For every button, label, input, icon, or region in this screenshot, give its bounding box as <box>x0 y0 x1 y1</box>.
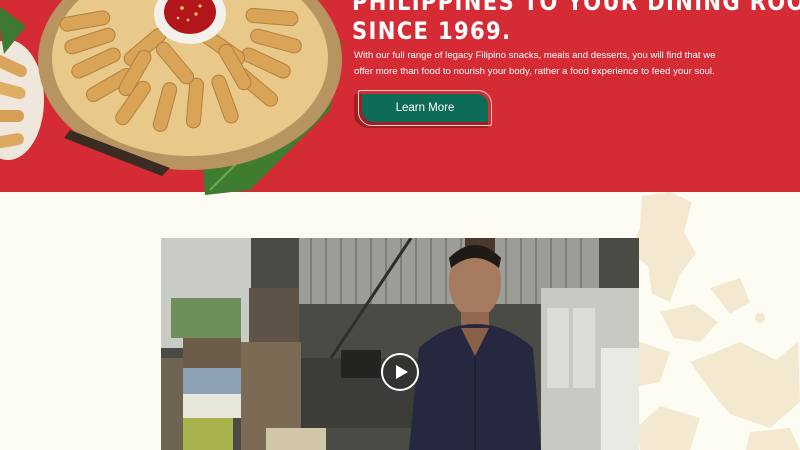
video-play-button[interactable] <box>381 353 419 391</box>
hero-headline-line-2: SINCE 1969. <box>352 17 512 45</box>
learn-more-button-label: Learn More <box>362 94 488 122</box>
brand-video-player[interactable] <box>161 238 639 450</box>
hero-headline: PHILIPPINES TO YOUR DINING ROOM TABLE SI… <box>352 0 800 46</box>
learn-more-button-wrapper: Learn More <box>354 90 492 128</box>
hero-description: With our full range of legacy Filipino s… <box>354 50 716 77</box>
play-icon <box>396 365 408 379</box>
video-thumbnail-image <box>161 238 639 450</box>
hero-headline-line-1: PHILIPPINES TO YOUR DINING ROOM TABLE <box>352 0 800 16</box>
learn-more-button[interactable]: Learn More <box>358 90 492 126</box>
spring-rolls-basket-image <box>0 0 342 195</box>
